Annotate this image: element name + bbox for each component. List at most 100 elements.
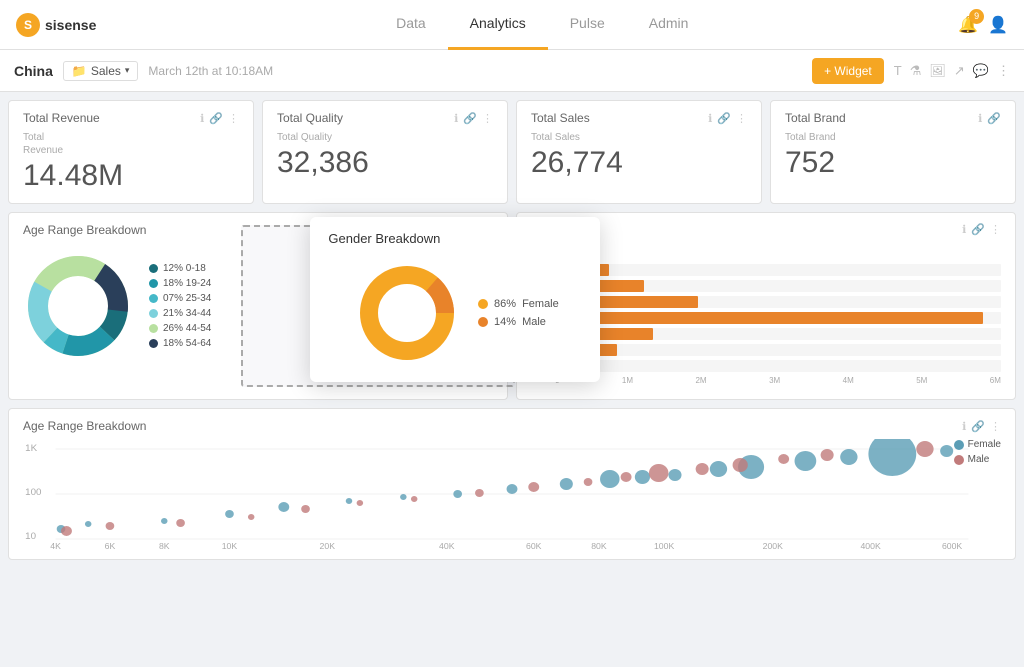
kpi-icons-quality: ℹ 🔗 ⋮ [454,112,493,125]
svg-text:80K: 80K [591,542,607,550]
kpi-card-sales: Total Sales ℹ 🔗 ⋮ Total Sales 26,774 [516,100,762,204]
kpi-value-revenue: 14.48M [23,159,239,193]
more-icon[interactable]: ⋮ [990,223,1001,236]
svg-text:8K: 8K [159,542,170,550]
nav-link-analytics[interactable]: Analytics [448,0,548,50]
main-content: Total Revenue ℹ 🔗 ⋮ Total Revenue 14.48M… [0,92,1024,568]
add-widget-button[interactable]: + Widget [812,58,884,84]
kpi-value-label-sales: Total Sales [531,131,747,144]
notification-badge: 9 [969,9,984,24]
kpi-title-quality: Total Quality [277,111,343,125]
link-icon[interactable]: 🔗 [717,112,731,125]
hbar-x-axis: 0 1M 2M 3M 4M 5M 6M [531,376,1001,385]
svg-text:100: 100 [25,487,41,498]
svg-text:100K: 100K [654,542,675,550]
hbar-row-4plus: 4+ [531,360,1001,372]
legend-item-0: 12% 0-18 [149,263,211,274]
dashboard-timestamp: March 12th at 10:18AM [148,64,802,78]
info-icon[interactable]: ℹ [200,112,204,125]
svg-text:200K: 200K [763,542,784,550]
info-icon[interactable]: ℹ [978,112,982,125]
link-icon[interactable]: 🔗 [971,420,985,433]
gender-legend: 86% Female 14% Male [478,298,559,328]
nav-right: 🔔 9 👤 [958,15,1008,35]
scatter-plot-container: 1K 100 10 4K 6K 8K 10K 20K 40K 60K 80K 1… [23,439,1001,549]
nav-link-pulse[interactable]: Pulse [548,0,627,50]
legend-item-4: 26% 44-54 [149,323,211,334]
filter-icon[interactable]: ⚗ [910,63,922,79]
svg-text:60K: 60K [526,542,542,550]
kpi-card-brand: Total Brand ℹ 🔗 Total Brand 752 [770,100,1016,204]
hbar-row-54: 54 [531,328,1001,340]
gender-popup-title: Gender Breakdown [328,231,582,246]
legend-item-2: 07% 25-34 [149,293,211,304]
nav-link-data[interactable]: Data [374,0,448,50]
kpi-icons-revenue: ℹ 🔗 ⋮ [200,112,239,125]
image-icon[interactable]: 🖼 [929,63,946,79]
scatter-legend-male: Male [954,454,1001,465]
comment-icon[interactable]: 💬 [973,63,989,79]
legend-item-1: 18% 19-24 [149,278,211,289]
kpi-value-brand: 752 [785,146,1001,180]
hbar-chart: 18 24 34 44 [531,260,1001,389]
link-icon[interactable]: 🔗 [987,112,1001,125]
kpi-title-brand: Total Brand [785,111,846,125]
age-range-title: Age Range Breakdown [23,223,146,237]
kpi-card-revenue: Total Revenue ℹ 🔗 ⋮ Total Revenue 14.48M [8,100,254,204]
nav-link-admin[interactable]: Admin [627,0,711,50]
more-icon[interactable]: ⋮ [990,420,1001,433]
dashboard-header: China 📁 Sales ▾ March 12th at 10:18AM + … [0,50,1024,92]
info-icon[interactable]: ℹ [962,420,966,433]
age-range-bottom-card: Age Range Breakdown ℹ 🔗 ⋮ 1K 100 10 4K 6… [8,408,1016,560]
more-icon[interactable]: ⋮ [228,112,239,125]
age-range-donut [23,251,133,361]
link-icon[interactable]: 🔗 [463,112,477,125]
age-gender-icons: ℹ 🔗 ⋮ [962,223,1001,236]
svg-text:6K: 6K [105,542,116,550]
hbar-row-44: 44 [531,312,1001,324]
legend-item-5: 18% 54-64 [149,338,211,349]
svg-text:40K: 40K [439,542,455,550]
gender-legend-female: 86% Female [478,298,559,310]
svg-text:4K: 4K [50,542,61,550]
kpi-card-quality: Total Quality ℹ 🔗 ⋮ Total Quality 32,386 [262,100,508,204]
kpi-value-label-revenue: Total Revenue [23,131,239,157]
kpi-value-sales: 26,774 [531,146,747,180]
link-icon[interactable]: 🔗 [209,112,223,125]
notification-icon[interactable]: 🔔 9 [958,15,978,35]
more-icon[interactable]: ⋮ [736,112,747,125]
logo[interactable]: S sisense [16,13,96,37]
kpi-icons-sales: ℹ 🔗 ⋮ [708,112,747,125]
top-nav: S sisense Data Analytics Pulse Admin 🔔 9… [0,0,1024,50]
svg-text:10K: 10K [222,542,238,550]
svg-text:1K: 1K [25,443,38,454]
scatter-plot: 1K 100 10 4K 6K 8K 10K 20K 40K 60K 80K 1… [23,439,1001,549]
chevron-down-icon: ▾ [125,65,130,76]
info-icon[interactable]: ℹ [454,112,458,125]
svg-text:10: 10 [25,531,36,542]
gender-donut [352,258,462,368]
age-range-bottom-icons: ℹ 🔗 ⋮ [962,420,1001,433]
share-icon[interactable]: ↗ [954,63,965,79]
logo-icon: S [16,13,40,37]
hbar-row-18: 18 [531,264,1001,276]
more-icon[interactable]: ⋮ [482,112,493,125]
scatter-legend-female: Female [954,439,1001,450]
kpi-row: Total Revenue ℹ 🔗 ⋮ Total Revenue 14.48M… [8,100,1016,204]
user-profile-icon[interactable]: 👤 [988,15,1008,35]
folder-badge[interactable]: 📁 Sales ▾ [63,61,139,81]
info-icon[interactable]: ℹ [962,223,966,236]
link-icon[interactable]: 🔗 [971,223,985,236]
mid-row: Age Range Breakdown ℹ 🔗 ⋮ [8,212,1016,400]
info-icon[interactable]: ℹ [708,112,712,125]
gender-popup: Gender Breakdown 86% Female [310,217,600,382]
kpi-icons-brand: ℹ 🔗 [978,112,1001,125]
kpi-value-label-brand: Total Brand [785,131,1001,144]
text-icon[interactable]: T [894,63,902,78]
kpi-title-revenue: Total Revenue [23,111,100,125]
more-icon[interactable]: ⋮ [997,63,1010,79]
hbar-row-64: 64 [531,344,1001,356]
scatter-legend: Female Male [954,439,1001,465]
nav-links: Data Analytics Pulse Admin [126,0,958,50]
svg-text:20K: 20K [320,542,336,550]
